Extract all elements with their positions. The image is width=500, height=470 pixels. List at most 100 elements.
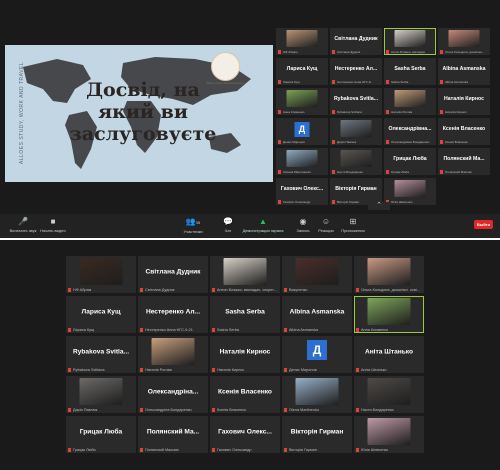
participant-name: Наталія Кирнос (219, 348, 271, 356)
participant-label: Анна Клименко (278, 110, 326, 114)
participant-video (448, 30, 480, 47)
participant-tile[interactable]: Антон Блажко, викладач (384, 28, 436, 55)
participant-label: Нестеренко Анна НГС-9... (332, 80, 380, 84)
participant-video (367, 298, 411, 325)
participant-tile[interactable]: Albina Asmanska Albina Asmanska (438, 58, 490, 85)
participant-name: Гахович Олекс... (218, 428, 272, 436)
participant-tile[interactable]: Олександрівна... Олександрівна Бондаренко (384, 118, 436, 145)
participant-label: Ольга Кольдюга, дошкільн... (440, 50, 488, 54)
participant-label: Денис Миронов (278, 140, 326, 144)
participant-label: Полянский Максим (440, 170, 488, 174)
participant-name: Світлана Дудник (334, 36, 378, 43)
participant-tile[interactable]: Грицак Люба Грицак Люба (384, 148, 436, 175)
participant-name: Ксенія Власенко (218, 388, 272, 396)
participant-tile[interactable]: Нестеренко Ал... Нестеренко Анна НГС-9... (330, 58, 382, 85)
participant-label: Юлія Шевченко (386, 200, 434, 204)
participant-tile[interactable]: Ольга Кольдюга, дошкільн. освіта... (354, 256, 424, 293)
participant-tile[interactable]: Світлана Дудник Світлана Дудник (330, 28, 382, 55)
participant-tile[interactable]: Вікторія Гирман Вікторія Гирман (330, 178, 382, 205)
participant-tile[interactable]: Олександріна... Олександріна Бондаренко (138, 376, 208, 413)
participant-name: Грицак Люба (393, 156, 427, 163)
participant-label: Наталія Рогова (386, 110, 434, 114)
participant-tile[interactable]: Лариса Кущ Лариса Кущ (66, 296, 136, 333)
participant-label: Rybakova Svitlana (68, 368, 134, 372)
participant-tile[interactable]: Albina Asmanska Albina Asmanska (282, 296, 352, 333)
participant-tile[interactable]: НФ Абрам (276, 28, 328, 55)
participant-video (295, 378, 339, 405)
participant-tile[interactable]: Анна Клименко (276, 88, 328, 115)
participant-tile[interactable]: Наталія Кирнос Наталія Кирнос (438, 88, 490, 115)
participant-tile[interactable]: Юлія Шевченко (384, 178, 436, 205)
participant-name: Олександрівна... (388, 126, 432, 133)
participant-name: Albina Asmanska (442, 66, 486, 73)
participant-label: Sasha Serba (212, 328, 278, 332)
participant-name: Вікторія Гирман (335, 186, 377, 193)
participant-tile[interactable]: Вікторія Гирман Вікторія Гирман (282, 416, 352, 453)
participant-video (367, 418, 411, 445)
participant-tile[interactable]: Olena Martinenko (282, 376, 352, 413)
leave-meeting-button[interactable]: Выйти (474, 220, 493, 229)
collapse-gallery-icon[interactable]: ⌃ (368, 202, 390, 210)
participant-label: Лариса Кущ (278, 80, 326, 84)
apps-button[interactable]: ⊞ Приложения (330, 217, 376, 233)
participant-tile[interactable]: Світлана Дудник Світлана Дудник (138, 256, 208, 293)
slide-title-line: який ви (98, 101, 188, 123)
participant-tile[interactable]: Д Денис Миронов (282, 336, 352, 373)
participant-label: Світлана Дудник (332, 50, 380, 54)
participant-tile[interactable]: Sasha Serba Sasha Serba (384, 58, 436, 85)
participant-tile[interactable]: Аніта Штанько Аніта Штанько (354, 336, 424, 373)
participant-tile[interactable]: Наталія Кирнос Наталія Кирнос (210, 336, 280, 373)
participant-tile[interactable]: Вакуленко (282, 256, 352, 293)
participant-tile[interactable]: Rybakova Svitla... Rybakova Svitlana (330, 88, 382, 115)
participant-tile[interactable]: Нестеренко Ал... Нестеренко Анна НГС-9-21 (138, 296, 208, 333)
participant-tile[interactable]: Настя Бондаренко (330, 148, 382, 175)
participant-tile[interactable]: Sasha Serba Sasha Serba (210, 296, 280, 333)
participant-label: Полянский Максим (140, 448, 206, 452)
participant-video (286, 150, 318, 167)
participant-tile[interactable]: Антон Блажко, викладач, секретар (210, 256, 280, 293)
participant-tile[interactable]: Ксенія Власенко Ксенія Власенко (210, 376, 280, 413)
participant-tile[interactable]: Д Денис Миронов (276, 118, 328, 145)
slide-title: Досвід, на який ви заслуговуєте (43, 79, 243, 145)
participant-label: Дарія Павлюк (68, 408, 134, 412)
participant-tile[interactable]: Ксенія Власенко Ксенія Власенко (438, 118, 490, 145)
participant-tile[interactable]: Полянский Ма... Полянский Максим (438, 148, 490, 175)
toolbar-label: Демонстрация экрана (242, 228, 284, 233)
participant-name: Світлана Дудник (145, 268, 201, 276)
participant-tile[interactable]: Дарія Павлюк (66, 376, 136, 413)
participant-tile[interactable]: Анна Клименко (354, 296, 424, 333)
participant-tile[interactable]: НФ Абрам (66, 256, 136, 293)
participant-tile[interactable]: Юлія Шевченко (354, 416, 424, 453)
participant-avatar: Д (307, 340, 327, 360)
participant-tile[interactable]: Настя Бондаренко (354, 376, 424, 413)
participant-tile[interactable]: Гахович Олекс... Гахович Олександр (210, 416, 280, 453)
participant-label: Настя Бондаренко (356, 408, 422, 412)
participant-label: Вакуленко (284, 288, 350, 292)
participant-name: Sasha Serba (394, 66, 426, 73)
apps-icon: ⊞ (349, 217, 357, 226)
participant-name: Albina Asmanska (289, 308, 345, 316)
participant-tile[interactable]: Лариса Кущ Лариса Кущ (276, 58, 328, 85)
participant-tile[interactable]: Полянский Ма... Полянский Максим (138, 416, 208, 453)
participant-tile[interactable]: Наталія Рогова (138, 336, 208, 373)
participant-label: Світлана Дудник (140, 288, 206, 292)
participant-label: Albina Asmanska (284, 328, 350, 332)
participant-tile[interactable]: Ольга Кольдюга, дошкільн... (438, 28, 490, 55)
start-video-button[interactable]: ■ Начать видео (30, 217, 76, 233)
participant-tile[interactable]: Наталія Рогова (384, 88, 436, 115)
participant-label: Настя Бондаренко (332, 170, 380, 174)
participant-label: Олександрівна Бондаренко (386, 140, 434, 144)
participant-name: Sasha Serba (225, 308, 265, 316)
participant-tile[interactable]: Rybakova Svitla... Rybakova Svitlana (66, 336, 136, 373)
participant-name: Нестеренко Ал... (334, 66, 378, 73)
participant-label: Юлія Шевченко (356, 448, 422, 452)
participant-tile[interactable]: Гахович Олекс... Гахович Олександр (276, 178, 328, 205)
meeting-toolbar: 🎤 Включить звук ■ Начать видео 👥35 Участник… (0, 214, 500, 238)
participant-tile[interactable]: Дарія Павлюк (330, 118, 382, 145)
shared-slide: Alloes study work and travel ALLOES STUD… (5, 45, 273, 182)
participant-tile[interactable]: Грицак Люба Грицак Люба (66, 416, 136, 453)
participant-label: Лариса Кущ (68, 328, 134, 332)
participant-tile[interactable]: Оксана Мартиненко (276, 148, 328, 175)
participant-avatar: Д (294, 122, 310, 137)
participant-label: Sasha Serba (386, 80, 434, 84)
